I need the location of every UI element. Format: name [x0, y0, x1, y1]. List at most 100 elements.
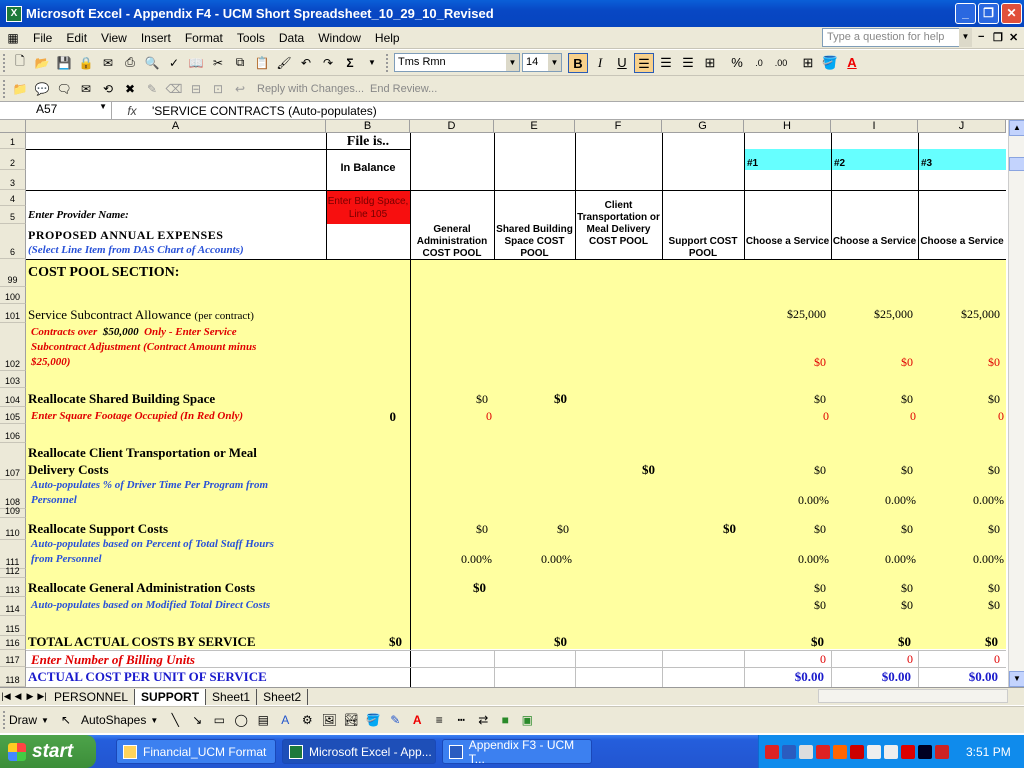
r105-d[interactable]: 0: [410, 409, 492, 424]
row-header-109[interactable]: 109: [0, 506, 26, 518]
row-header-3[interactable]: 3: [0, 170, 26, 190]
chevron-down-icon[interactable]: ▼: [362, 53, 382, 73]
menu-format[interactable]: Format: [178, 31, 230, 45]
textbox-icon[interactable]: ▤: [253, 710, 273, 730]
row-header-6[interactable]: 6: [0, 224, 26, 259]
tray-icon[interactable]: [799, 744, 813, 759]
arrow-icon[interactable]: ↘: [187, 710, 207, 730]
row-header-114[interactable]: 114: [0, 597, 26, 616]
row-header-100[interactable]: 100: [0, 287, 26, 304]
r113-h[interactable]: $0: [744, 581, 826, 596]
ask-question-input[interactable]: Type a question for help: [822, 28, 972, 47]
row-header-108[interactable]: 108: [0, 480, 26, 509]
print-icon[interactable]: ⎙: [120, 53, 140, 73]
tab-sheet1[interactable]: Sheet1: [206, 688, 258, 705]
r108-j[interactable]: 0.00%: [918, 493, 1004, 508]
review-icon[interactable]: ⊟: [186, 79, 206, 99]
column-header-d[interactable]: D: [410, 120, 494, 133]
chevron-down-icon[interactable]: ▼: [506, 54, 519, 71]
align-right-icon[interactable]: ☰: [678, 53, 698, 73]
r114-h[interactable]: $0: [744, 598, 826, 613]
autosum-icon[interactable]: Σ: [340, 53, 360, 73]
tray-icon[interactable]: [816, 744, 830, 759]
doc-restore-button[interactable]: ❐: [993, 31, 1003, 44]
scroll-thumb[interactable]: [1009, 157, 1024, 171]
r117-i[interactable]: 0: [831, 652, 913, 667]
r110-h[interactable]: $0: [744, 522, 826, 537]
next-sheet-icon[interactable]: ▶: [24, 691, 36, 702]
autoshapes-menu-button[interactable]: AutoShapes: [81, 713, 146, 727]
r110-i[interactable]: $0: [831, 522, 913, 537]
column-header-h[interactable]: H: [744, 120, 831, 133]
task-excel[interactable]: Microsoft Excel - App...: [282, 739, 436, 764]
r102-j[interactable]: $0: [918, 355, 1000, 370]
row-header-104[interactable]: 104: [0, 388, 26, 407]
copy-icon[interactable]: ⧉: [230, 53, 250, 73]
r104-j[interactable]: $0: [918, 392, 1000, 407]
tray-icon[interactable]: [918, 744, 932, 759]
r105-j[interactable]: 0: [918, 409, 1004, 424]
r116-i[interactable]: $0: [831, 634, 911, 650]
menu-tools[interactable]: Tools: [230, 31, 272, 45]
align-left-icon[interactable]: ☰: [634, 52, 654, 73]
workbook-icon[interactable]: ▦: [1, 28, 25, 48]
r110-d[interactable]: $0: [410, 522, 488, 537]
r107-h[interactable]: $0: [744, 463, 826, 478]
underline-button[interactable]: U: [612, 53, 632, 73]
tray-icon[interactable]: [833, 744, 847, 759]
line-icon[interactable]: ╲: [165, 710, 185, 730]
new-icon[interactable]: 🗋: [10, 53, 30, 73]
research-icon[interactable]: 📖: [186, 53, 206, 73]
menu-view[interactable]: View: [94, 31, 134, 45]
chevron-down-icon[interactable]: ▼: [959, 28, 972, 47]
row-header-107[interactable]: 107: [0, 443, 26, 480]
italic-button[interactable]: I: [590, 53, 610, 73]
r111-j[interactable]: 0.00%: [918, 552, 1004, 567]
tray-icon[interactable]: [884, 744, 898, 759]
r113-d[interactable]: $0: [410, 580, 486, 596]
reply-with-changes-button[interactable]: Reply with Changes...: [257, 83, 364, 95]
end-review-button[interactable]: End Review...: [370, 83, 437, 95]
row-header-2[interactable]: 2: [0, 149, 26, 170]
r101-h[interactable]: $25,000: [744, 307, 826, 322]
chevron-down-icon[interactable]: ▼: [99, 102, 107, 111]
r113-j[interactable]: $0: [918, 581, 1000, 596]
r108-h[interactable]: 0.00%: [744, 493, 829, 508]
r111-h[interactable]: 0.00%: [744, 552, 829, 567]
column-header-a[interactable]: A: [26, 120, 326, 133]
line-style-icon[interactable]: ≡: [429, 710, 449, 730]
print-preview-icon[interactable]: 🔍: [142, 53, 162, 73]
markup-icon[interactable]: ⊡: [208, 79, 228, 99]
prev-sheet-icon[interactable]: ◀: [12, 691, 24, 702]
merge-center-icon[interactable]: ⊞: [700, 53, 720, 73]
task-appendix-f3[interactable]: Appendix F3 - UCM T...: [442, 738, 592, 766]
last-sheet-icon[interactable]: ▶|: [36, 691, 48, 702]
r102-i[interactable]: $0: [831, 355, 913, 370]
borders-icon[interactable]: ⊞: [798, 53, 818, 73]
shadow-icon[interactable]: ■: [495, 710, 515, 730]
row-header-102[interactable]: 102: [0, 323, 26, 371]
save-icon[interactable]: 💾: [54, 53, 74, 73]
formula-input[interactable]: 'SERVICE CONTRACTS (Auto-populates): [152, 104, 377, 118]
font-color-icon[interactable]: A: [407, 710, 427, 730]
toolbar-grip[interactable]: [386, 53, 389, 72]
row-header-5[interactable]: 5: [0, 206, 26, 224]
folder-icon[interactable]: 📁: [10, 79, 30, 99]
toolbar-grip[interactable]: [3, 53, 6, 72]
r101-j[interactable]: $25,000: [918, 307, 1000, 322]
column-header-j[interactable]: J: [918, 120, 1006, 133]
ink-erase-icon[interactable]: ⌫: [164, 79, 184, 99]
reply-icon[interactable]: ↩: [230, 79, 250, 99]
chevron-down-icon[interactable]: ▼: [41, 716, 49, 725]
r102-h[interactable]: $0: [744, 355, 826, 370]
task-financial-ucm[interactable]: Financial_UCM Format: [116, 739, 276, 764]
r107-j[interactable]: $0: [918, 463, 1000, 478]
show-comment-icon[interactable]: 🗨: [54, 79, 74, 99]
align-center-icon[interactable]: ☰: [656, 53, 676, 73]
column-header-f[interactable]: F: [575, 120, 662, 133]
r111-d[interactable]: 0.00%: [410, 552, 492, 567]
tray-icon[interactable]: [850, 744, 864, 759]
draw-menu-button[interactable]: Draw: [9, 713, 37, 727]
wordart-icon[interactable]: A: [275, 710, 295, 730]
scroll-up-icon[interactable]: ▲: [1009, 120, 1024, 136]
